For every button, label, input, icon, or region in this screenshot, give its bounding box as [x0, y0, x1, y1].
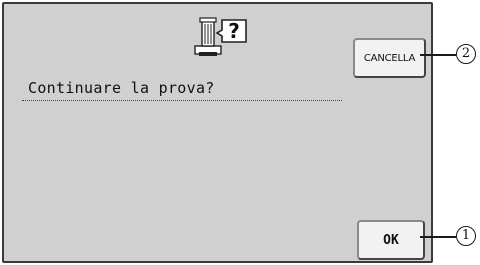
callout-number-cancel: 2	[456, 44, 476, 64]
ok-button[interactable]: OK	[357, 220, 425, 260]
embroidery-machine-question-icon: ?	[194, 17, 247, 56]
cancel-button[interactable]: CANCELLA	[353, 38, 426, 78]
callout-number-ok: 1	[456, 226, 476, 246]
confirmation-message: Continuare la prova?	[28, 79, 215, 97]
dialog-panel: ? Continuare la prova? CANCELLA OK	[2, 2, 433, 263]
callout-line-ok	[420, 236, 456, 238]
message-underline	[22, 100, 342, 101]
svg-text:?: ?	[228, 19, 240, 43]
callout-line-cancel	[420, 54, 456, 56]
